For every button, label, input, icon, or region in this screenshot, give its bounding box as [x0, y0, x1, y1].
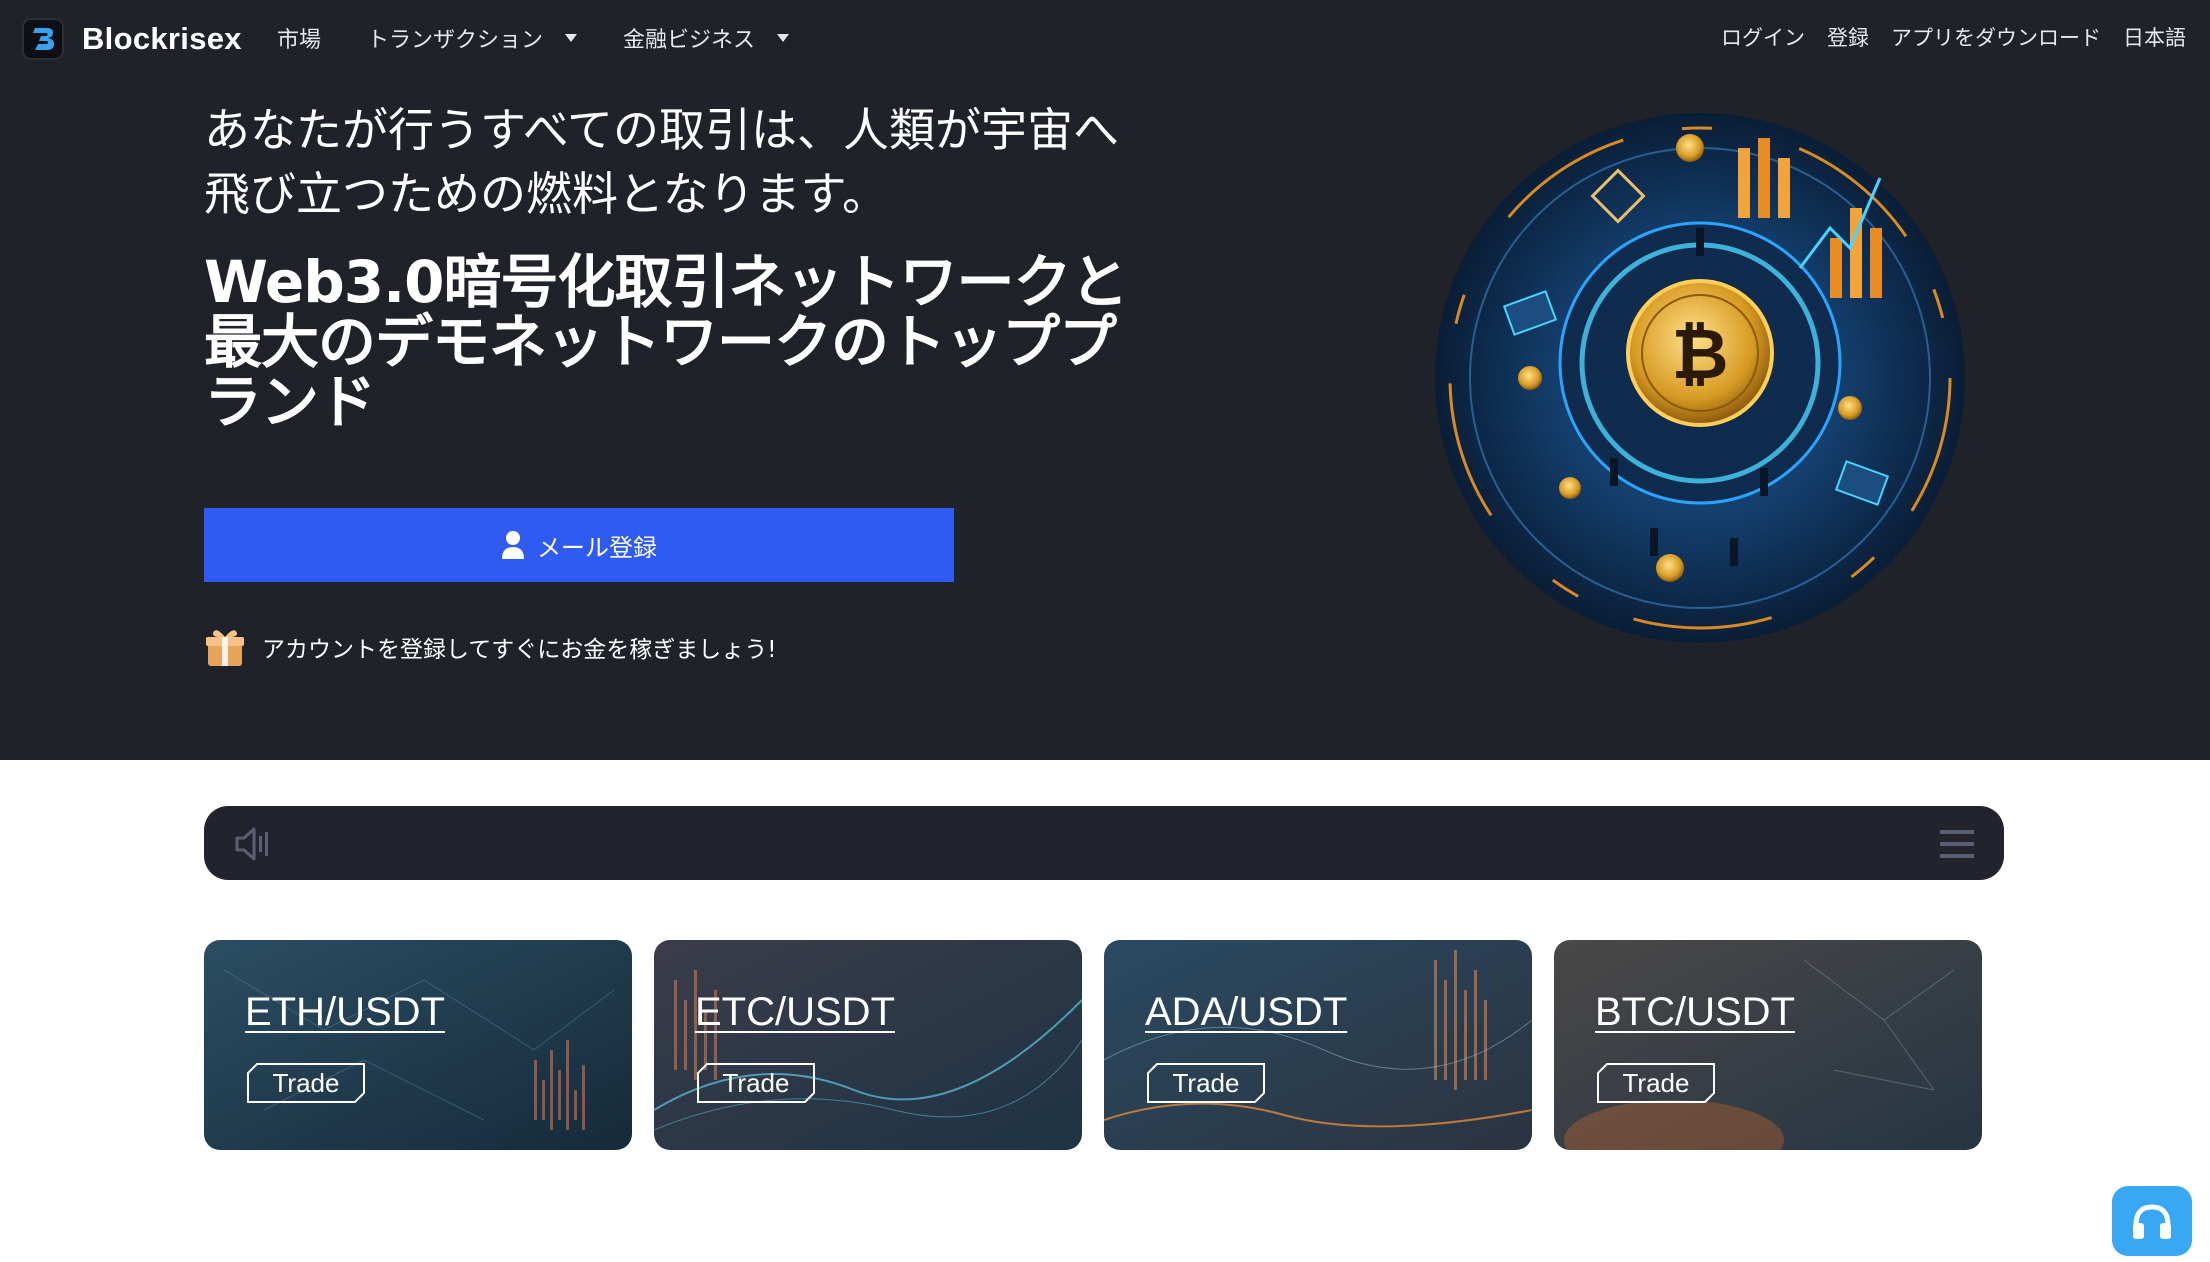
trade-button[interactable]: Trade: [697, 1063, 815, 1103]
card-background-image: [1554, 940, 1982, 1150]
svg-text:₿: ₿: [1671, 313, 1728, 395]
subhead-line-3: ランド: [204, 368, 376, 436]
announcement-bar: [204, 806, 2004, 880]
card-background-image: [204, 940, 632, 1150]
pair-name: ADA/USDT: [1145, 990, 1348, 1034]
brand-logo[interactable]: Blockrisex: [22, 18, 242, 60]
pair-name: ETC/USDT: [695, 990, 895, 1034]
trade-button[interactable]: Trade: [247, 1063, 365, 1103]
subhead-line-2: 最大のデモネットワークのトッププ: [204, 308, 1117, 376]
gift-icon: [206, 630, 244, 666]
trade-button-label: Trade: [722, 1067, 790, 1098]
nav-transactions-label: トランザクション: [367, 28, 544, 53]
pair-card-eth-usdt[interactable]: ETH/USDT Trade: [204, 940, 632, 1150]
chevron-down-icon: [565, 34, 578, 42]
login-link[interactable]: ログイン: [1721, 22, 1805, 52]
trading-pair-cards: ETH/USDT Trade ETC/USDT Trade ADA/USDT T…: [204, 940, 2004, 1150]
headline-line-2: 飛び立つための燃料となります。: [204, 167, 889, 221]
user-icon: [502, 531, 524, 559]
trade-button-label: Trade: [1622, 1067, 1690, 1098]
card-background-image: [654, 940, 1082, 1150]
customer-support-button[interactable]: [2112, 1186, 2192, 1256]
register-link[interactable]: 登録: [1827, 22, 1869, 52]
chevron-down-icon: [777, 34, 790, 42]
pair-card-etc-usdt[interactable]: ETC/USDT Trade: [654, 940, 1082, 1150]
trade-button[interactable]: Trade: [1597, 1063, 1715, 1103]
nav-financial-business[interactable]: 金融ビジネス: [623, 22, 790, 54]
nav-market-label: 市場: [277, 28, 322, 53]
trade-button-label: Trade: [272, 1067, 340, 1098]
hero-subheading: Web3.0暗号化取引ネットワークと 最大のデモネットワークのトッププ ランド: [204, 252, 1184, 432]
email-register-button[interactable]: メール登録: [204, 508, 954, 582]
menu-icon[interactable]: [1940, 830, 1974, 858]
nav-transactions[interactable]: トランザクション: [367, 22, 578, 54]
main-menu: 市場 トランザクション 金融ビジネス: [277, 22, 835, 54]
nav-market[interactable]: 市場: [277, 22, 321, 54]
card-background-image: [1104, 940, 1532, 1150]
top-nav: Blockrisex 市場 トランザクション 金融ビジネス ログイン 登録 アプ…: [0, 0, 2210, 78]
subhead-line-1: Web3.0暗号化取引ネットワークと: [204, 248, 1129, 316]
promo-text: アカウントを登録してすぐにお金を稼ぎましょう!: [262, 637, 777, 663]
headline-line-1: あなたが行うすべての取引は、人類が宇宙へ: [204, 103, 1119, 157]
crypto-network-illustration: ₿: [1435, 113, 1965, 643]
pair-name: BTC/USDT: [1595, 990, 1795, 1034]
trade-button-label: Trade: [1172, 1067, 1240, 1098]
promo-message: アカウントを登録してすぐにお金を稼ぎましょう!: [204, 626, 777, 668]
hero-section: Blockrisex 市場 トランザクション 金融ビジネス ログイン 登録 アプ…: [0, 0, 2210, 760]
trade-button[interactable]: Trade: [1147, 1063, 1265, 1103]
language-selector[interactable]: 日本語: [2123, 22, 2186, 52]
hero-headline: あなたが行うすべての取引は、人類が宇宙へ 飛び立つための燃料となります。: [204, 98, 1204, 226]
speaker-icon: [235, 827, 268, 861]
headset-icon: [2133, 1204, 2171, 1239]
email-register-label: メール登録: [537, 534, 657, 562]
download-app-link[interactable]: アプリをダウンロード: [1891, 22, 2101, 52]
brand-name: Blockrisex: [82, 21, 242, 56]
pair-name: ETH/USDT: [245, 990, 445, 1034]
pair-card-btc-usdt[interactable]: BTC/USDT Trade: [1554, 940, 1982, 1150]
nav-financial-business-label: 金融ビジネス: [623, 28, 756, 53]
logo-icon: [22, 18, 64, 60]
pair-card-ada-usdt[interactable]: ADA/USDT Trade: [1104, 940, 1532, 1150]
account-menu: ログイン 登録 アプリをダウンロード 日本語: [1699, 22, 2186, 52]
